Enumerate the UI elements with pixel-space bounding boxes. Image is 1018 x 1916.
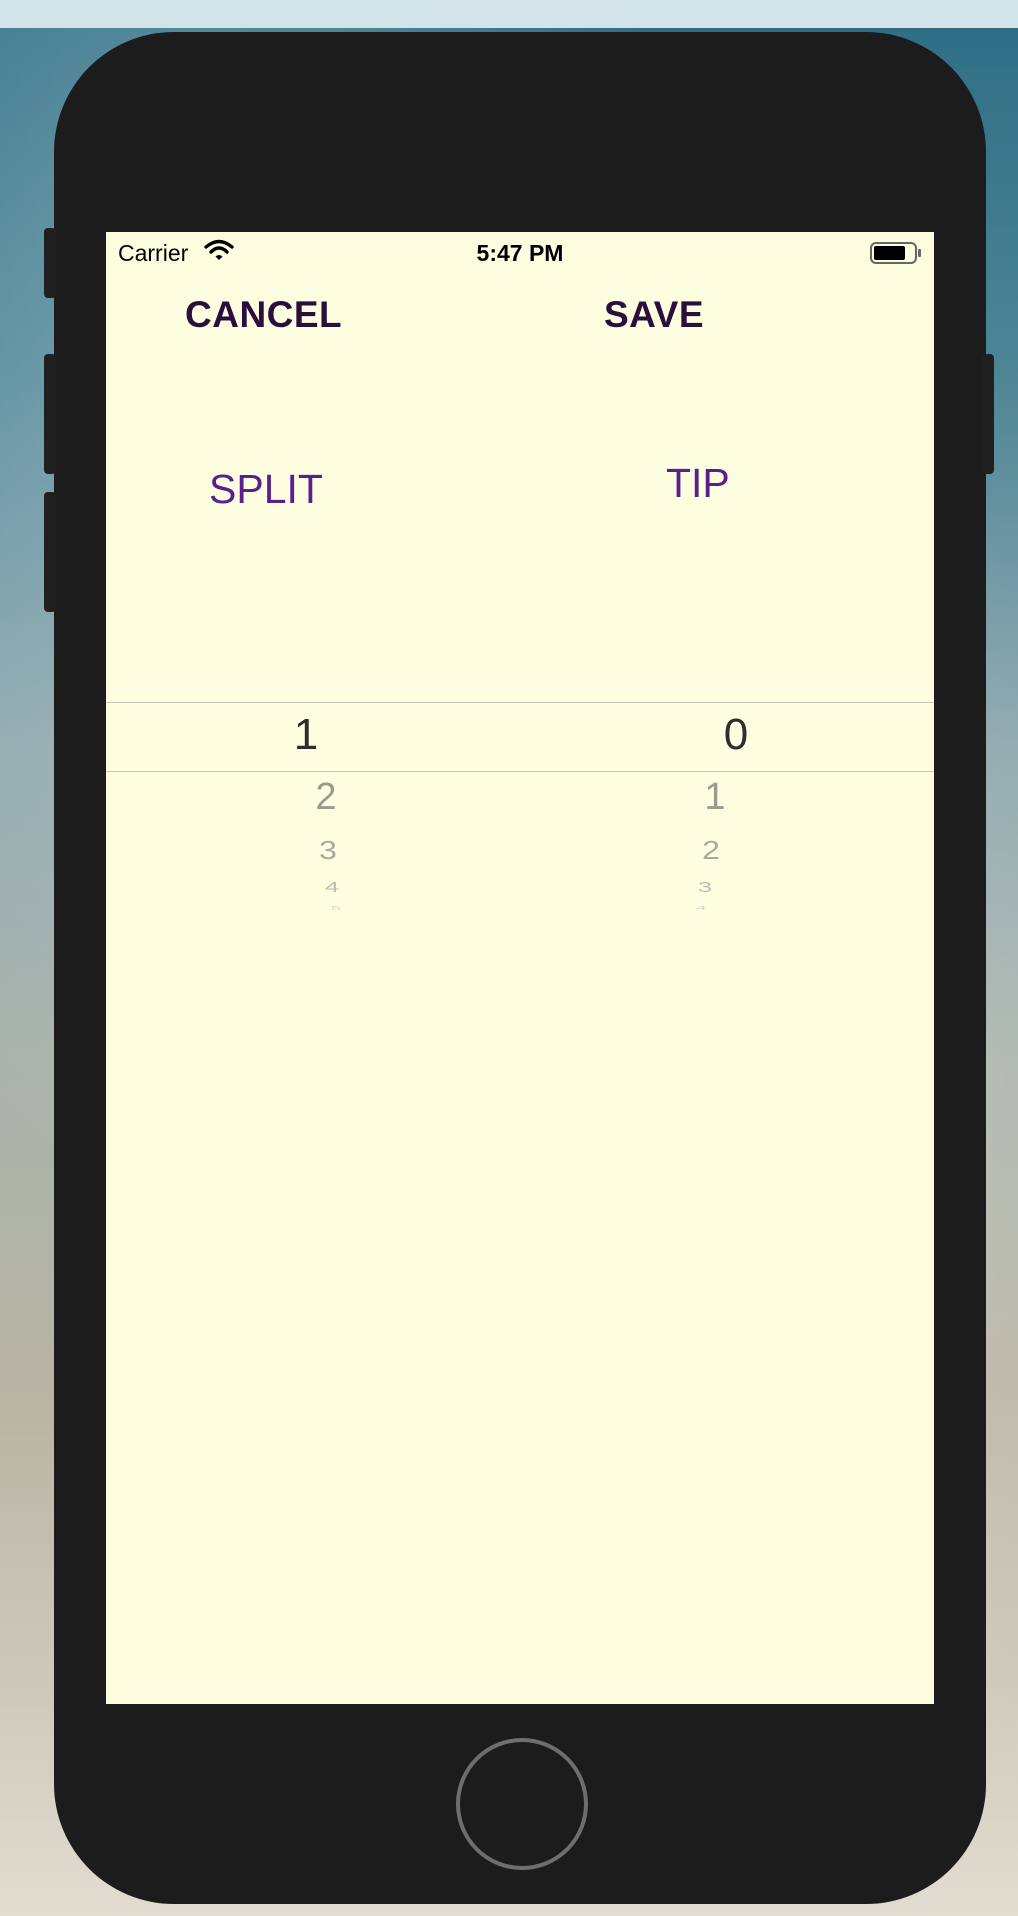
picker-selection-bottom-line — [106, 771, 934, 772]
tip-picker-selected-value[interactable]: 0 — [696, 710, 776, 760]
cancel-button[interactable]: CANCEL — [185, 294, 342, 336]
volume-up-button — [44, 354, 56, 474]
split-picker-option[interactable]: 4 — [292, 879, 372, 896]
tip-picker-option[interactable]: 3 — [665, 879, 745, 896]
split-label: SPLIT — [209, 466, 323, 512]
status-time: 5:47 PM — [476, 240, 564, 266]
save-button[interactable]: SAVE — [604, 294, 704, 336]
silent-switch — [44, 228, 56, 298]
window-top-bar — [0, 0, 1018, 28]
split-picker-option[interactable]: 5 — [296, 905, 376, 911]
home-button[interactable] — [456, 1738, 588, 1870]
power-button — [982, 354, 994, 474]
split-picker-option[interactable]: 2 — [286, 776, 366, 819]
tip-label: TIP — [666, 460, 730, 506]
volume-down-button — [44, 492, 56, 612]
split-picker-option[interactable]: 3 — [288, 836, 368, 866]
status-bar: Carrier 5:47 PM — [106, 232, 934, 274]
tip-picker-option[interactable]: 4 — [661, 905, 741, 911]
split-picker-selected-value[interactable]: 1 — [266, 710, 346, 760]
tip-picker-option[interactable]: 1 — [675, 776, 755, 819]
picker-selection-top-line — [106, 702, 934, 703]
app-screen: Carrier 5:47 PM CANCEL SAVE SPLIT TIP 1 … — [106, 232, 934, 1704]
battery-icon — [870, 242, 922, 270]
tip-picker-option[interactable]: 2 — [671, 836, 751, 866]
